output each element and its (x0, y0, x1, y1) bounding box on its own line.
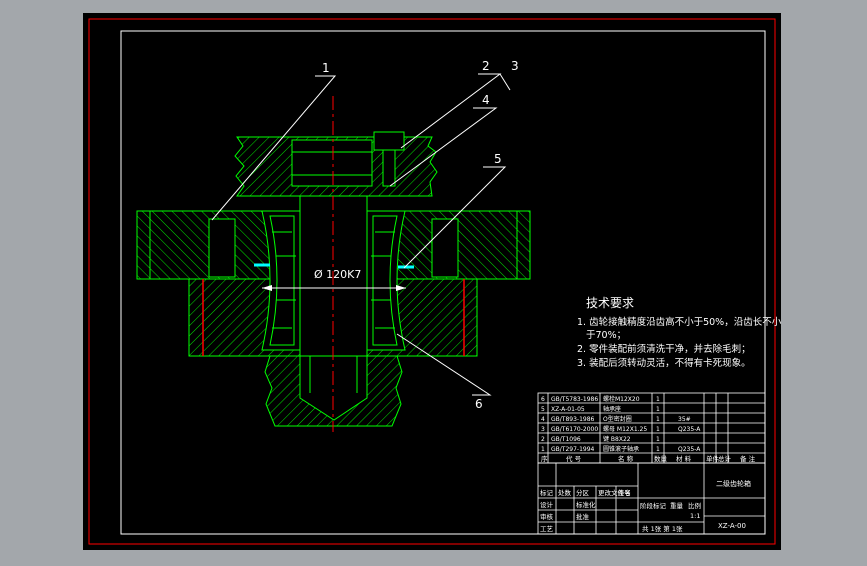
diameter-label: Ø 120K7 (314, 268, 361, 281)
svg-text:阶段标记: 阶段标记 (640, 501, 667, 510)
parts-row-name: 螺母 M12X1.25 (603, 425, 647, 433)
parts-row-name: 键 B8X22 (603, 435, 631, 443)
parts-row-name: 螺栓M12X20 (603, 395, 640, 403)
svg-text:3: 3 (511, 59, 519, 73)
parts-row-no: 4 (541, 416, 545, 423)
parts-row-code: XZ-A-01-05 (551, 406, 585, 413)
svg-text:3. 装配后须转动灵活，不得有卡死现象。: 3. 装配后须转动灵活，不得有卡死现象。 (577, 357, 751, 369)
parts-row-no: 2 (541, 436, 545, 443)
cad-drawing-canvas[interactable]: Ø 120K7 1 2 3 4 5 6 技术要求 1. 齿轮接触精度沿齿高不小于… (0, 0, 867, 562)
svg-text:2: 2 (482, 59, 490, 73)
parts-header-cell: 序 (541, 454, 548, 463)
parts-row-code: GB/T6170-2000 (551, 426, 598, 433)
svg-text:6: 6 (475, 397, 483, 411)
parts-row-qty: 1 (656, 406, 660, 413)
parts-row-code: GB/T893-1986 (551, 416, 595, 423)
svg-text:1. 齿轮接触精度沿齿高不小于50%，沿齿长不小: 1. 齿轮接触精度沿齿高不小于50%，沿齿长不小 (577, 316, 782, 328)
svg-text:签名: 签名 (618, 488, 631, 497)
parts-header-cell: 总计 (718, 454, 732, 463)
parts-row-name: 轴承座 (603, 405, 621, 413)
drawing-name: 二级齿轮箱 (716, 479, 751, 488)
svg-text:工艺: 工艺 (540, 525, 554, 533)
parts-row-no: 3 (541, 426, 545, 433)
parts-header-cell: 备 注 (740, 454, 756, 463)
svg-text:1:1: 1:1 (690, 512, 700, 520)
svg-text:批准: 批准 (576, 512, 590, 521)
svg-text:于70%；: 于70%； (586, 330, 626, 341)
parts-row-qty: 1 (656, 396, 660, 403)
svg-text:审核: 审核 (540, 512, 554, 521)
parts-row-code: GB/T297-1994 (551, 446, 595, 453)
svg-text:共 1张 第 1张: 共 1张 第 1张 (642, 524, 683, 533)
parts-header-cell: 代 号 (566, 454, 582, 463)
parts-row-qty: 1 (656, 426, 660, 433)
svg-text:标准化: 标准化 (576, 500, 596, 509)
parts-row-name: O型密封圈 (603, 415, 632, 423)
bolt-shank (382, 149, 396, 187)
cad-viewport[interactable]: Ø 120K7 1 2 3 4 5 6 技术要求 1. 齿轮接触精度沿齿高不小于… (0, 0, 867, 562)
parts-row-qty: 1 (656, 446, 660, 453)
parts-row-qty: 1 (656, 416, 660, 423)
parts-header-cell: 数量 (654, 454, 668, 463)
svg-text:重量: 重量 (670, 502, 684, 510)
parts-row-code: GB/T5783-1986 (551, 396, 598, 403)
svg-text:比例: 比例 (688, 501, 701, 510)
svg-text:2. 零件装配前须清洗干净，并去除毛刺；: 2. 零件装配前须清洗干净，并去除毛刺； (577, 343, 751, 355)
drawing-number: XZ-A-00 (718, 522, 746, 530)
svg-text:处数: 处数 (558, 488, 572, 497)
svg-text:标记: 标记 (540, 488, 554, 497)
svg-text:4: 4 (482, 93, 490, 107)
parts-row-no: 6 (541, 396, 545, 403)
notes-title: 技术要求 (586, 296, 634, 310)
svg-text:分区: 分区 (576, 488, 590, 497)
parts-row-code: GB/T1096 (551, 436, 581, 443)
housing-bore (291, 139, 373, 187)
svg-text:1: 1 (322, 61, 330, 75)
parts-row-no: 1 (541, 446, 545, 453)
parts-row-spec: Q235-A (678, 426, 701, 433)
parts-row-spec: 35# (678, 416, 691, 423)
parts-row-qty: 1 (656, 436, 660, 443)
parts-row-name: 圆锥滚子轴承 (603, 445, 639, 453)
parts-header-cell: 名 称 (618, 454, 634, 463)
parts-row-spec: Q235-A (678, 446, 701, 453)
svg-text:5: 5 (494, 152, 502, 166)
parts-row-no: 5 (541, 406, 545, 413)
bolt-head (373, 131, 405, 151)
parts-header-cell: 材 料 (676, 454, 692, 463)
svg-text:设计: 设计 (540, 500, 554, 509)
